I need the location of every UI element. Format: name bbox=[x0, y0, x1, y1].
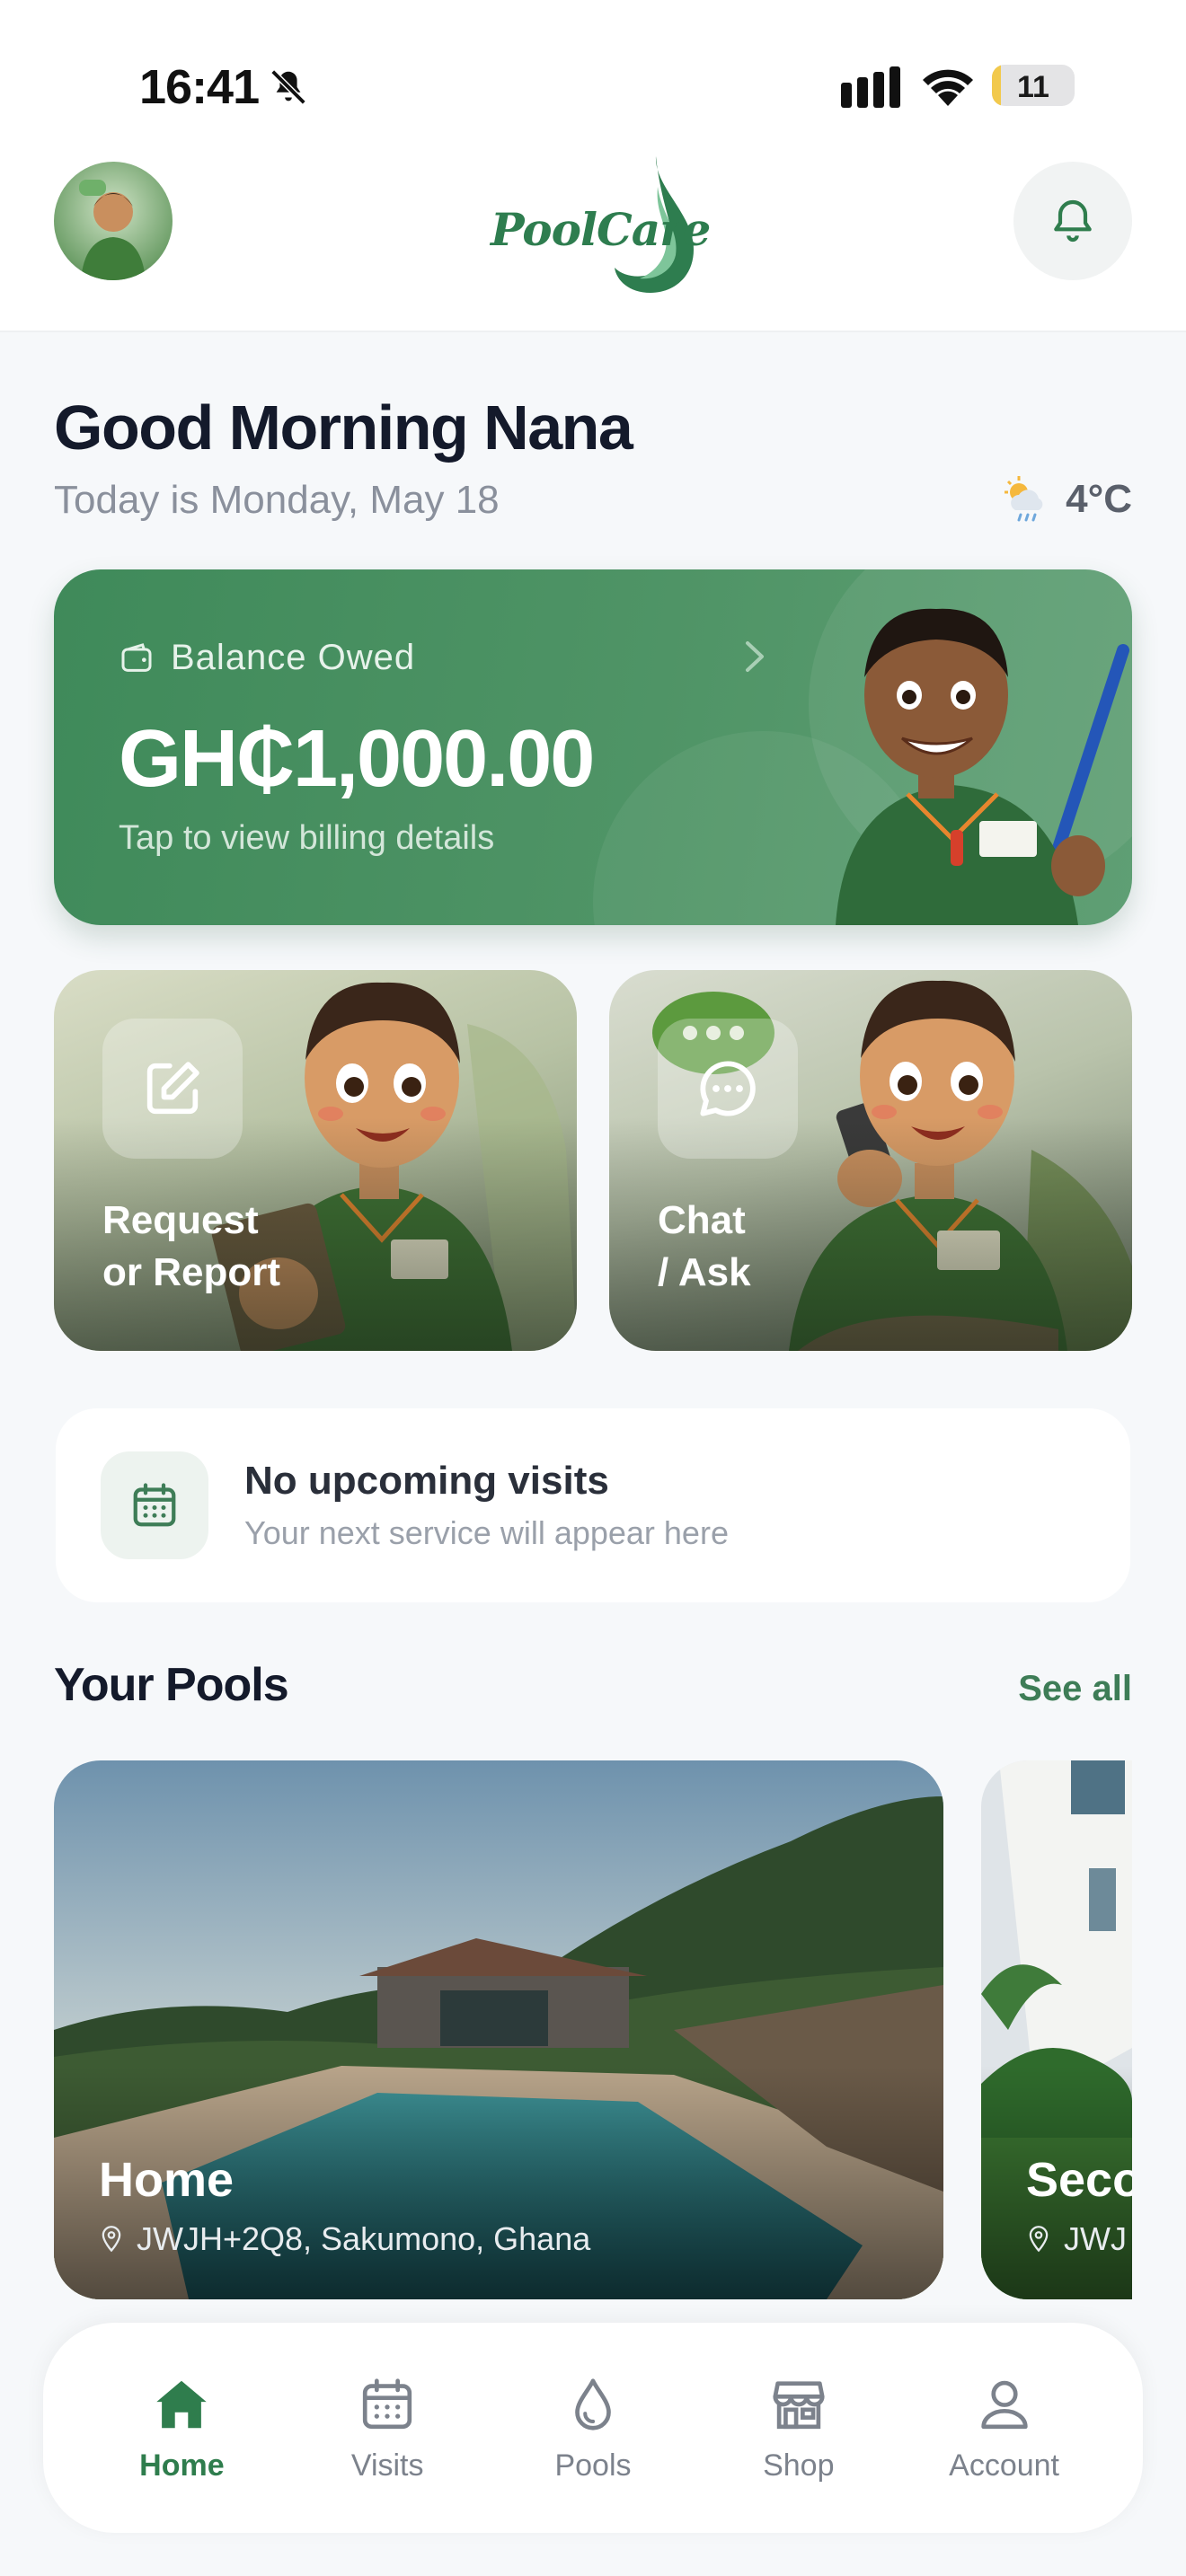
chat-icon bbox=[700, 1061, 756, 1116]
tile-label-line: / Ask bbox=[658, 1250, 751, 1294]
upcoming-visits-card[interactable]: No upcoming visits Your next service wil… bbox=[56, 1408, 1130, 1602]
poolcare-logo-text: PoolCare bbox=[491, 203, 711, 256]
user-icon bbox=[980, 2380, 1028, 2429]
storefront-icon bbox=[773, 2380, 825, 2429]
water-drop-icon bbox=[575, 2378, 611, 2430]
pools-section-title: Your Pools bbox=[54, 1659, 289, 1711]
pool-name: Seco bbox=[1026, 2153, 1132, 2207]
balance-label: Balance Owed bbox=[171, 638, 416, 677]
nav-account[interactable]: Account bbox=[915, 2373, 1094, 2483]
nav-label: Visits bbox=[350, 2448, 424, 2483]
location-pin-icon bbox=[102, 2226, 121, 2253]
tile-label-line: Chat bbox=[658, 1198, 746, 1242]
battery-indicator: 11 bbox=[992, 65, 1075, 106]
weather-widget: 4°C bbox=[999, 474, 1132, 525]
pool-name: Home bbox=[99, 2153, 235, 2207]
chat-ask-label: Chat / Ask bbox=[658, 1195, 751, 1299]
balance-label-row: Balance Owed bbox=[119, 638, 415, 678]
calendar-icon bbox=[133, 1483, 176, 1527]
pool-address: JWJH+2Q8, Sakumono, Ghana bbox=[137, 2220, 591, 2257]
balance-subtitle: Tap to view billing details bbox=[119, 819, 495, 857]
balance-amount: GH₵1,000.00 bbox=[119, 714, 595, 804]
pool-address: JWJ bbox=[1064, 2220, 1127, 2257]
pool-address-row: JWJH+2Q8, Sakumono, Ghana bbox=[99, 2220, 590, 2258]
wallet-icon bbox=[121, 642, 152, 672]
bell-icon bbox=[1054, 199, 1092, 243]
pool-card-home[interactable]: Home JWJH+2Q8, Sakumono, Ghana bbox=[54, 1760, 943, 2299]
nav-visits[interactable]: Visits bbox=[297, 2373, 477, 2483]
battery-percentage: 11 bbox=[1017, 70, 1049, 104]
nav-label: Account bbox=[949, 2448, 1059, 2483]
nav-label: Pools bbox=[554, 2448, 632, 2483]
wifi-icon bbox=[923, 69, 973, 106]
date-text: Today is Monday, May 18 bbox=[54, 478, 500, 522]
home-icon bbox=[156, 2380, 208, 2428]
nav-label: Shop bbox=[763, 2448, 835, 2483]
tile-icon-badge bbox=[658, 1019, 798, 1159]
location-pin-icon bbox=[1029, 2226, 1049, 2253]
see-all-pools-link[interactable]: See all bbox=[1018, 1669, 1132, 1709]
bottom-navigation: Home Visits Pools Shop Account bbox=[43, 2323, 1143, 2533]
nav-shop[interactable]: Shop bbox=[709, 2373, 889, 2483]
chat-ask-tile[interactable]: Chat / Ask bbox=[609, 970, 1132, 1351]
visits-subtitle: Your next service will appear here bbox=[244, 1514, 729, 1551]
nav-home[interactable]: Home bbox=[92, 2373, 271, 2483]
pool-card-second[interactable]: Seco JWJ bbox=[981, 1760, 1132, 2299]
tile-label-line: Request bbox=[102, 1198, 259, 1242]
nav-label: Home bbox=[139, 2448, 225, 2483]
request-report-tile[interactable]: Request or Report bbox=[54, 970, 577, 1351]
staff-mascot-illustration bbox=[836, 608, 1129, 925]
edit-icon bbox=[146, 1062, 199, 1115]
calendar-icon bbox=[363, 2378, 412, 2429]
status-time: 16:41 bbox=[139, 60, 260, 114]
notifications-button[interactable] bbox=[1013, 162, 1132, 280]
greeting-title: Good Morning Nana bbox=[54, 393, 633, 463]
sun-cloud-rain-icon bbox=[1005, 476, 1043, 522]
temperature-text: 4°C bbox=[1066, 477, 1132, 521]
nav-pools[interactable]: Pools bbox=[503, 2373, 683, 2483]
cellular-signal-icon bbox=[841, 66, 900, 108]
user-avatar[interactable] bbox=[54, 162, 173, 280]
pool-address-row: JWJ bbox=[1026, 2220, 1127, 2258]
tile-label-line: or Report bbox=[102, 1250, 280, 1294]
visits-icon-badge bbox=[101, 1451, 208, 1559]
visits-title: No upcoming visits bbox=[244, 1459, 609, 1503]
chevron-right-icon bbox=[746, 641, 764, 672]
balance-card[interactable]: Balance Owed GH₵1,000.00 Tap to view bil… bbox=[54, 569, 1132, 925]
avatar-illustration bbox=[79, 180, 146, 280]
tile-icon-badge bbox=[102, 1019, 243, 1159]
silent-mode-icon bbox=[270, 69, 306, 105]
request-report-label: Request or Report bbox=[102, 1195, 280, 1299]
